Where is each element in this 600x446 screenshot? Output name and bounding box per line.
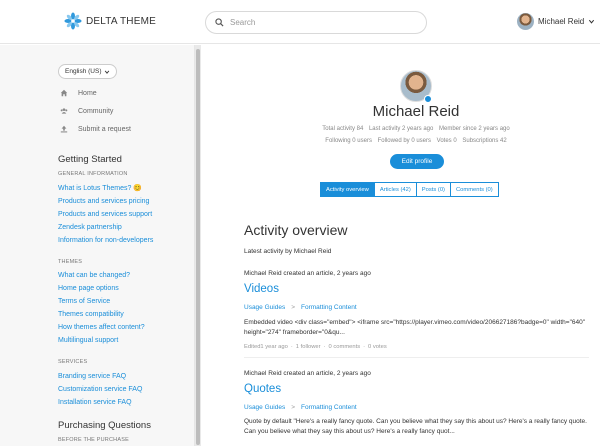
breadcrumb-separator: > [291,404,295,411]
profile-name: Michael Reid [372,103,460,120]
stat-last-activity: Last activity 2 years ago [368,126,434,132]
language-label: English (US) [65,68,102,75]
breadcrumb: Usage Guides > Formatting Content [244,304,357,311]
sidebar: English (US) Home Community Submit a req… [0,45,195,446]
article-meta: Edited1 year ago · 1 follower · 0 commen… [244,344,387,350]
meta-comments: 0 comments [328,344,361,350]
category-themes: THEMES [58,259,83,265]
community-icon [60,107,68,115]
sidebar-link[interactable]: Installation service FAQ [58,399,132,406]
category-before-purchase: BEFORE THE PURCHASE [58,437,129,443]
activity-item-header: Michael Reid created an article, 2 years… [244,370,371,377]
stat-following[interactable]: Following 0 users [325,138,372,144]
breadcrumb-separator: > [291,304,295,311]
sidebar-link[interactable]: Themes compatibility [58,311,124,318]
sidebar-link[interactable]: What can be changed? [58,272,130,279]
brand-name: DELTA THEME [86,15,156,27]
upload-icon [60,125,68,133]
meta-separator: · [290,344,293,350]
stat-total-activity: Total activity 84 [322,126,364,132]
agent-badge-icon [424,95,432,103]
category-services: SERVICES [58,359,88,365]
nav-home-label: Home [78,89,97,97]
meta-edited: Edited1 year ago [244,344,288,350]
stat-subscriptions: Subscriptions 42 [462,138,507,144]
breadcrumb-usage-guides[interactable]: Usage Guides [244,304,285,311]
chevron-down-icon [105,70,110,74]
search-box[interactable] [205,11,427,34]
profile-stats-row: Following 0 users Followed by 0 users Vo… [201,138,600,144]
article-title-link[interactable]: Videos [244,283,279,295]
top-header: DELTA THEME Michael Reid [0,0,600,44]
sidebar-link[interactable]: Terms of Service [58,298,110,305]
main-content: Michael Reid Total activity 84 Last acti… [201,45,600,446]
home-icon [60,89,68,97]
stat-votes: Votes 0 [436,138,457,144]
sidebar-link[interactable]: Information for non-developers [58,237,153,244]
stat-followed-by[interactable]: Followed by 0 users [378,138,431,144]
sidebar-link[interactable]: Branding service FAQ [58,373,126,380]
purchasing-questions-title: Purchasing Questions [58,420,151,431]
breadcrumb-usage-guides[interactable]: Usage Guides [244,404,285,411]
edit-profile-button[interactable]: Edit profile [390,154,444,169]
nav-community-label: Community [78,107,114,115]
profile-tabs: Activity overview Articles (42) Posts (0… [320,182,499,197]
sidebar-link[interactable]: Customization service FAQ [58,386,142,393]
search-input[interactable] [230,18,400,27]
sidebar-link[interactable]: How themes affect content? [58,324,145,331]
meta-separator: · [323,344,326,350]
sidebar-link[interactable]: What is Lotus Themes? 😊 [58,184,142,192]
sidebar-link[interactable]: Products and services support [58,211,152,218]
scrollbar-thumb[interactable] [196,49,200,445]
sidebar-link[interactable]: Zendesk partnership [58,224,122,231]
nav-community[interactable]: Community [60,107,113,115]
avatar [517,13,534,30]
profile-stats-row: Total activity 84 Last activity 2 years … [201,126,600,132]
article-title-link[interactable]: Quotes [244,383,281,395]
stat-member-since: Member since 2 years ago [439,126,510,132]
user-menu[interactable]: Michael Reid [517,13,595,30]
tab-comments[interactable]: Comments (0) [449,182,499,197]
chevron-down-icon [589,19,595,24]
meta-votes: 0 votes [368,344,387,350]
sidebar-link[interactable]: Multilingual support [58,337,118,344]
category-general-information: GENERAL INFORMATION [58,171,128,177]
meta-followers: 1 follower [295,344,321,350]
getting-started-title: Getting Started [58,154,122,165]
tab-posts[interactable]: Posts (0) [415,182,451,197]
tab-activity-overview[interactable]: Activity overview [320,182,375,197]
sidebar-link[interactable]: Home page options [58,285,119,292]
flower-logo-icon [64,12,82,30]
nav-home[interactable]: Home [60,89,97,97]
search-icon [215,18,224,27]
meta-separator: · [363,344,366,350]
breadcrumb-formatting-content[interactable]: Formatting Content [301,404,357,411]
sidebar-link[interactable]: Products and services pricing [58,198,149,205]
article-excerpt: Embedded video <div class="embed"> <ifra… [244,319,586,336]
breadcrumb: Usage Guides > Formatting Content [244,404,357,411]
activity-subtitle: Latest activity by Michael Reid [244,248,332,255]
user-name: Michael Reid [538,17,585,26]
activity-item-header: Michael Reid created an article, 2 years… [244,270,371,277]
article-excerpt: Quote by default "Here's a really fancy … [244,418,587,435]
language-select[interactable]: English (US) [58,64,118,79]
tab-articles[interactable]: Articles (42) [373,182,417,197]
brand-logo[interactable]: DELTA THEME [64,12,156,30]
breadcrumb-formatting-content[interactable]: Formatting Content [301,304,357,311]
divider [244,357,589,358]
nav-submit-request[interactable]: Submit a request [60,125,131,133]
nav-submit-label: Submit a request [78,125,131,133]
activity-overview-title: Activity overview [244,222,348,238]
